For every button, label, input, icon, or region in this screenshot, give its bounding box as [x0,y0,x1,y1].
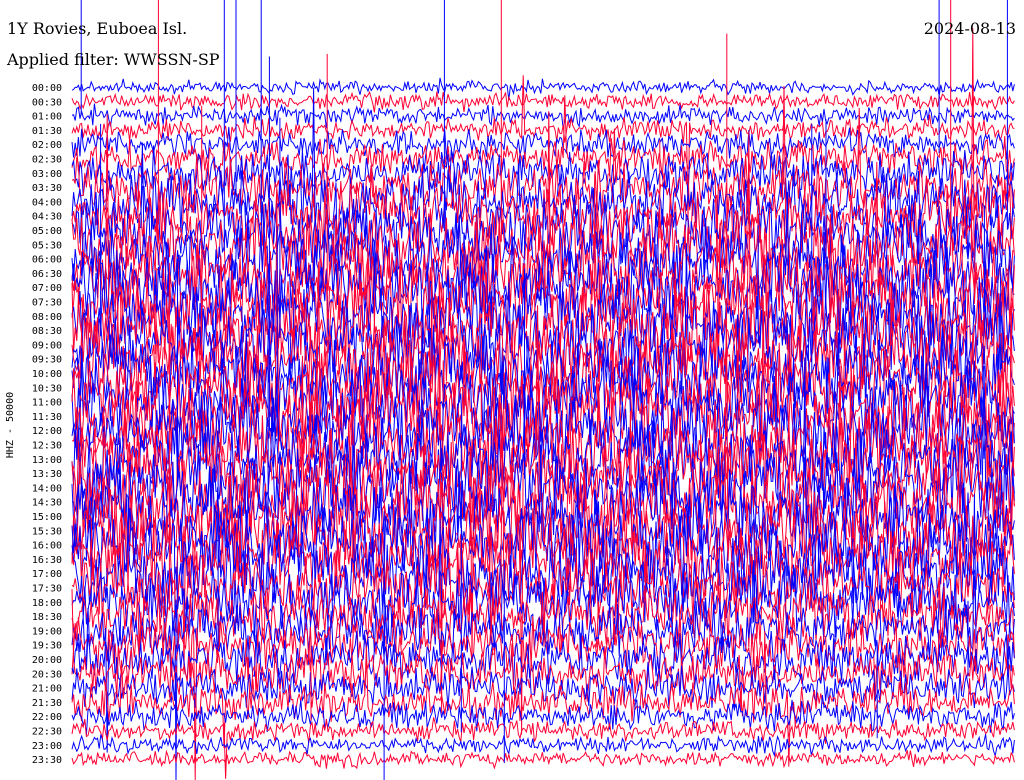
row-label-1830: 18:30 [32,612,62,623]
row-label-1500: 15:00 [32,512,62,523]
record-date: 2024-08-13 [923,19,1016,38]
row-label-1200: 12:00 [32,426,62,437]
trace-2330 [71,749,1015,770]
row-label-0730: 07:30 [32,298,62,309]
row-label-2100: 21:00 [32,684,62,695]
row-label-2230: 22:30 [32,727,62,738]
row-label-1630: 16:30 [32,555,62,566]
row-label-1400: 14:00 [32,483,62,494]
row-label-0100: 01:00 [32,112,62,123]
filter-label: Applied filter: WWSSN-SP [7,50,220,69]
row-label-0700: 07:00 [32,283,62,294]
trace-0230 [71,95,1015,177]
row-label-0030: 00:30 [32,97,62,108]
row-label-2030: 20:30 [32,669,62,680]
row-label-1100: 11:00 [32,398,62,409]
row-label-0130: 01:30 [32,126,62,137]
row-label-0400: 04:00 [32,197,62,208]
row-label-1300: 13:00 [32,455,62,466]
row-label-1230: 12:30 [32,441,62,452]
row-label-0800: 08:00 [32,312,62,323]
row-label-1330: 13:30 [32,469,62,480]
row-label-1900: 19:00 [32,626,62,637]
row-label-0000: 00:00 [32,83,62,94]
row-label-0530: 05:30 [32,240,62,251]
row-label-1430: 14:30 [32,498,62,509]
row-label-0630: 06:30 [32,269,62,280]
trace-2300 [71,734,1015,758]
helicorder-plot: 00:00 00:30 01:00 01:30 02:00 02:30 03:00 03:30… [32,0,1015,780]
row-label-0300: 03:00 [32,169,62,180]
row-label-0900: 09:00 [32,340,62,351]
row-label-0600: 06:00 [32,255,62,266]
row-label-2200: 22:00 [32,712,62,723]
row-label-1800: 18:00 [32,598,62,609]
row-label-2000: 20:00 [32,655,62,666]
row-label-0200: 02:00 [32,140,62,151]
row-label-1000: 10:00 [32,369,62,380]
row-label-1600: 16:00 [32,541,62,552]
row-label-2330: 23:30 [32,755,62,766]
row-label-2300: 23:00 [32,741,62,752]
trace-0030 [71,90,1015,113]
row-label-1930: 19:30 [32,641,62,652]
row-label-0330: 03:30 [32,183,62,194]
row-label-0430: 04:30 [32,212,62,223]
row-label-0230: 02:30 [32,155,62,166]
station-title: 1Y Rovies, Euboea Isl. [7,19,188,38]
row-label-1030: 10:30 [32,383,62,394]
row-label-2130: 21:30 [32,698,62,709]
row-label-0500: 05:00 [32,226,62,237]
row-label-0830: 08:30 [32,326,62,337]
row-label-1730: 17:30 [32,584,62,595]
row-label-1700: 17:00 [32,569,62,580]
row-label-1130: 11:30 [32,412,62,423]
row-label-1530: 15:30 [32,526,62,537]
row-label-0930: 09:30 [32,355,62,366]
trace-0000 [71,77,1015,101]
